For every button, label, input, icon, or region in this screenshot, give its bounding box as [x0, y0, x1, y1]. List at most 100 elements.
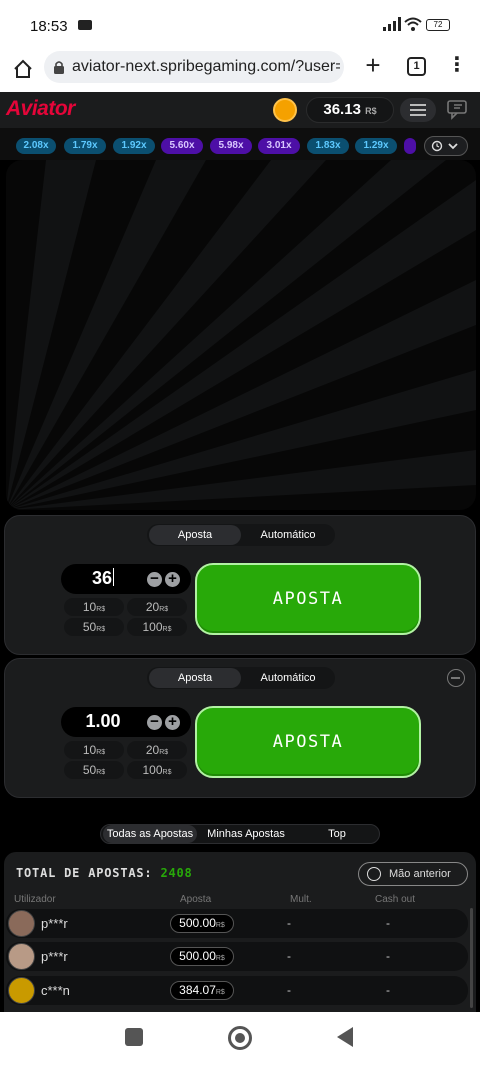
more-options-icon[interactable]: ⋮ [447, 55, 467, 77]
bet-amount-value: 1.00 [85, 711, 121, 731]
history-pill: 5.98x [210, 138, 252, 154]
table-row: c***n 384.07R$ - - [6, 976, 468, 1005]
row-cashout: - [386, 983, 390, 997]
table-scrollbar[interactable] [470, 908, 473, 1008]
row-mult: - [287, 916, 291, 930]
total-bets-label: TOTAL DE APOSTAS: 2408 [16, 866, 193, 880]
url-text: aviator-next.spribegaming.com/?user=4 [72, 58, 340, 75]
row-user: p***r [41, 949, 68, 964]
previous-round-label: Mão anterior [389, 868, 451, 880]
video-record-icon [78, 20, 92, 30]
history-toggle-button[interactable] [424, 136, 468, 156]
quick-amount-button[interactable]: 50R$ [64, 761, 124, 779]
bet-amount-input[interactable]: 1.00 − + [61, 707, 191, 737]
history-pill: 3.01x [258, 138, 300, 154]
quick-amount-button[interactable]: 20R$ [127, 598, 187, 616]
column-header-user: Utilizador [14, 894, 56, 905]
game-canvas [6, 160, 476, 510]
bet-amount-value: 36 [91, 568, 113, 588]
quick-amount-button[interactable]: 10R$ [64, 598, 124, 616]
tab-automatico[interactable]: Automático [243, 668, 333, 688]
history-pill: 1.92x [113, 138, 155, 154]
wifi-icon [404, 17, 422, 31]
new-tab-icon[interactable]: + [362, 52, 384, 78]
quick-amount-button[interactable]: 100R$ [127, 618, 187, 636]
row-user: c***n [41, 983, 70, 998]
history-pill-partial [404, 138, 416, 154]
bets-list-tabs: Todas as Apostas Minhas Apostas Top [100, 824, 380, 844]
history-pill: 1.79x [64, 138, 106, 154]
tab-aposta[interactable]: Aposta [149, 525, 241, 545]
row-bet: 500.00R$ [170, 914, 234, 933]
row-mult: - [287, 949, 291, 963]
decrease-button[interactable]: − [147, 714, 162, 730]
status-time: 18:53 [30, 18, 68, 35]
history-icon [431, 140, 458, 152]
coin-icon [273, 98, 297, 122]
signal-icon [383, 17, 401, 31]
decrease-button[interactable]: − [147, 571, 162, 587]
history-icon [367, 867, 381, 881]
balance-value: 36.13 [323, 101, 361, 118]
navigation-bar [0, 1012, 480, 1066]
hamburger-icon [410, 104, 426, 106]
bet-amount-input[interactable]: 36 − + [61, 564, 191, 594]
balance-display: 36.13 R$ [306, 97, 394, 123]
row-user: p***r [41, 916, 68, 931]
row-bet: 384.07R$ [170, 981, 234, 1000]
column-header-bet: Aposta [180, 894, 212, 905]
back-icon[interactable] [337, 1027, 353, 1047]
chat-icon[interactable] [446, 99, 472, 121]
place-bet-button[interactable]: APOSTA [195, 563, 421, 635]
remove-panel-icon[interactable] [447, 669, 465, 687]
history-pill: 1.83x [307, 138, 349, 154]
home-nav-icon[interactable] [228, 1026, 252, 1050]
home-icon[interactable] [12, 58, 34, 80]
address-bar[interactable]: aviator-next.spribegaming.com/?user=4 [44, 51, 344, 83]
sunburst-background [6, 160, 476, 510]
status-bar: 18:53 72 [0, 0, 480, 50]
column-header-cashout: Cash out [375, 894, 416, 905]
total-bets-count: 2408 [160, 866, 193, 880]
increase-button[interactable]: + [165, 714, 180, 730]
mode-switch: Aposta Automático [147, 524, 335, 546]
balance-currency: R$ [365, 106, 377, 116]
column-header-mult: Mult. [290, 894, 312, 905]
app-header: Aviator 36.13 R$ [0, 92, 480, 128]
quick-amount-button[interactable]: 50R$ [64, 618, 124, 636]
aviator-logo: Aviator [6, 97, 75, 120]
tab-aposta[interactable]: Aposta [149, 668, 241, 688]
tab-switcher-button[interactable]: 1 [407, 57, 426, 76]
quick-amount-button[interactable]: 20R$ [127, 741, 187, 759]
mode-switch: Aposta Automático [147, 667, 335, 689]
row-cashout: - [386, 949, 390, 963]
place-bet-button[interactable]: APOSTA [195, 706, 421, 778]
recent-apps-icon[interactable] [125, 1028, 143, 1046]
tab-my-bets[interactable]: Minhas Apostas [199, 825, 293, 843]
history-pill: 5.60x [161, 138, 203, 154]
avatar [8, 910, 35, 937]
row-bet: 500.00R$ [170, 947, 234, 966]
history-pill: 2.08x [16, 138, 56, 154]
bet-panel-1: Aposta Automático 36 − + 10R$ 20R$ 50R$ … [4, 515, 476, 655]
avatar [8, 977, 35, 1004]
battery-icon: 72 [426, 19, 450, 31]
table-row: p***r 500.00R$ - - [6, 942, 468, 971]
tab-all-bets[interactable]: Todas as Apostas [103, 825, 197, 843]
place-bet-label: APOSTA [272, 732, 344, 752]
increase-button[interactable]: + [165, 571, 180, 587]
previous-round-button[interactable]: Mão anterior [358, 862, 468, 886]
quick-amount-button[interactable]: 10R$ [64, 741, 124, 759]
menu-button[interactable] [400, 98, 436, 122]
quick-amount-button[interactable]: 100R$ [127, 761, 187, 779]
table-row: p***r 500.00R$ - - [6, 909, 468, 938]
row-cashout: - [386, 916, 390, 930]
bets-table: TOTAL DE APOSTAS: 2408 Mão anterior Util… [4, 852, 476, 1012]
bet-panel-2: Aposta Automático 1.00 − + 10R$ 20R$ 50R… [4, 658, 476, 798]
avatar [8, 943, 35, 970]
tab-top[interactable]: Top [295, 825, 379, 843]
tab-automatico[interactable]: Automático [243, 525, 333, 545]
row-mult: - [287, 983, 291, 997]
history-pill: 1.29x [355, 138, 397, 154]
lock-icon [54, 61, 64, 74]
